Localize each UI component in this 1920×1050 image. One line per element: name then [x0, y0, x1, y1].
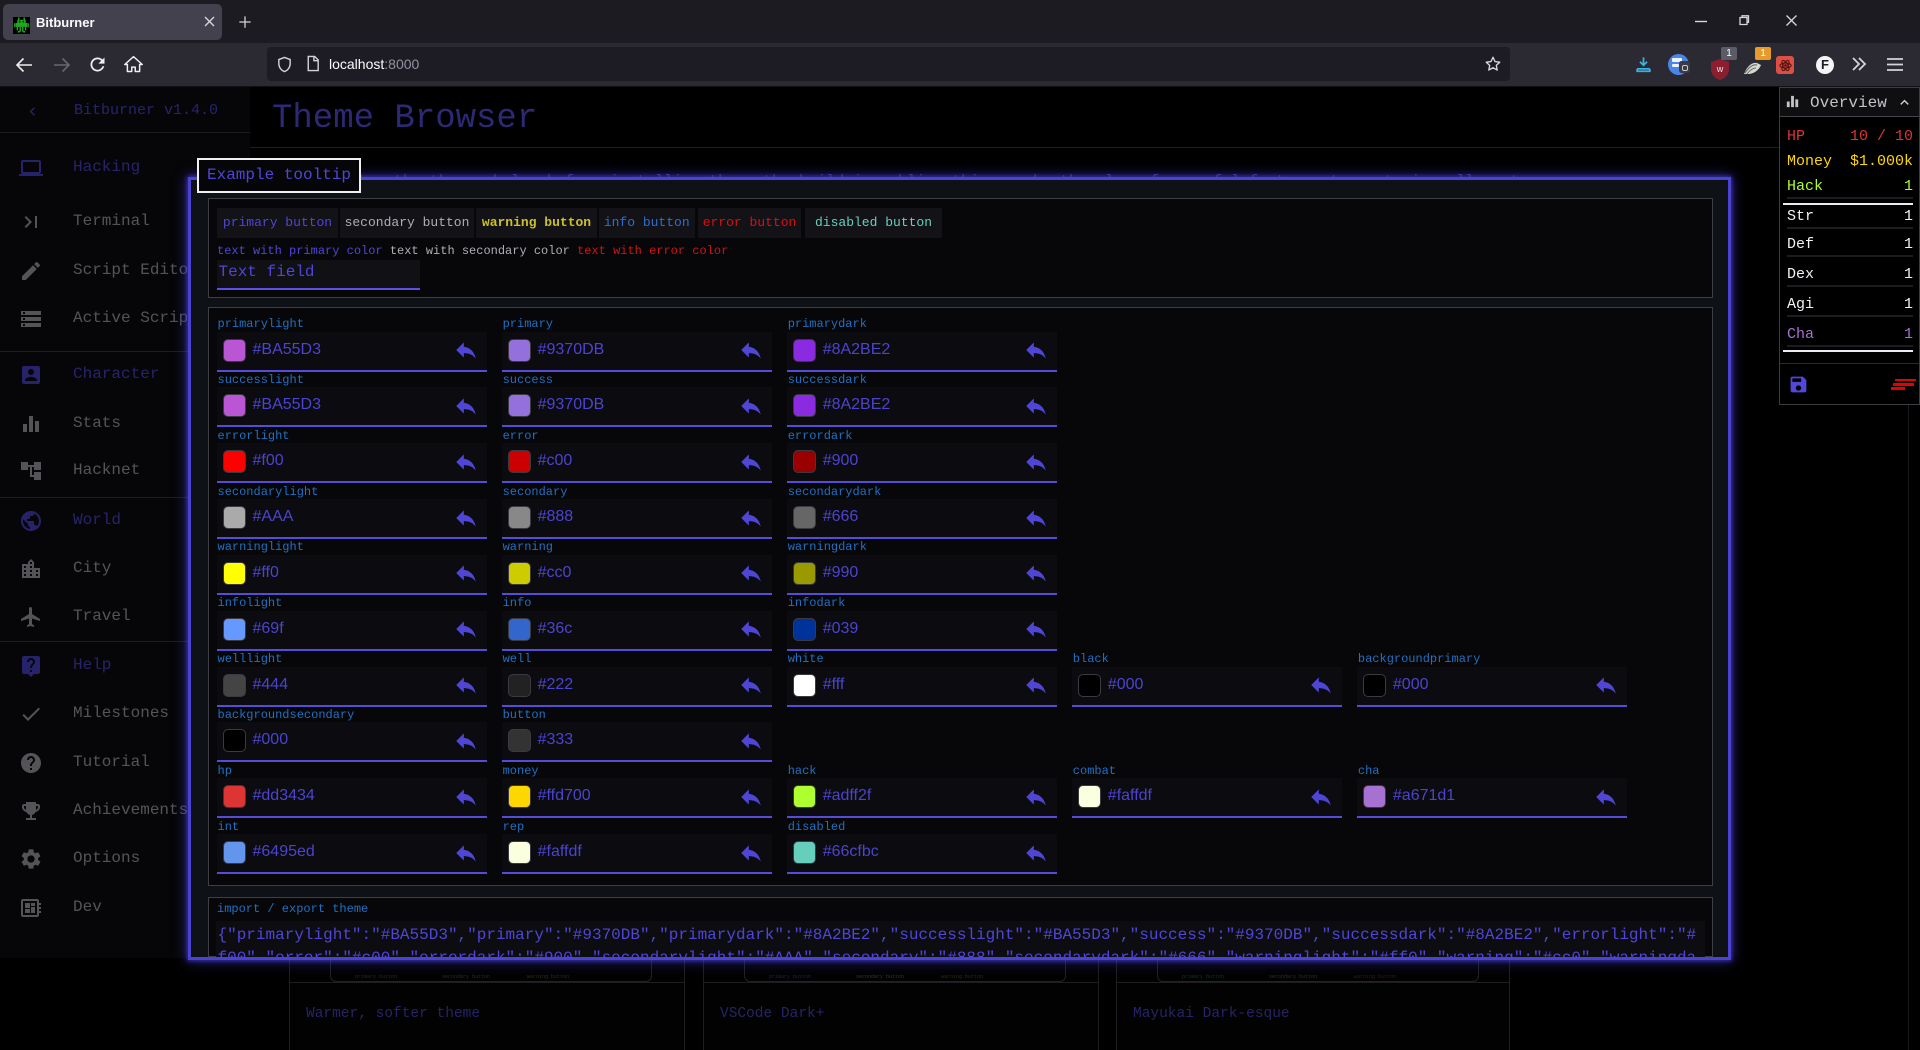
svg-text:w: w: [1716, 64, 1724, 74]
